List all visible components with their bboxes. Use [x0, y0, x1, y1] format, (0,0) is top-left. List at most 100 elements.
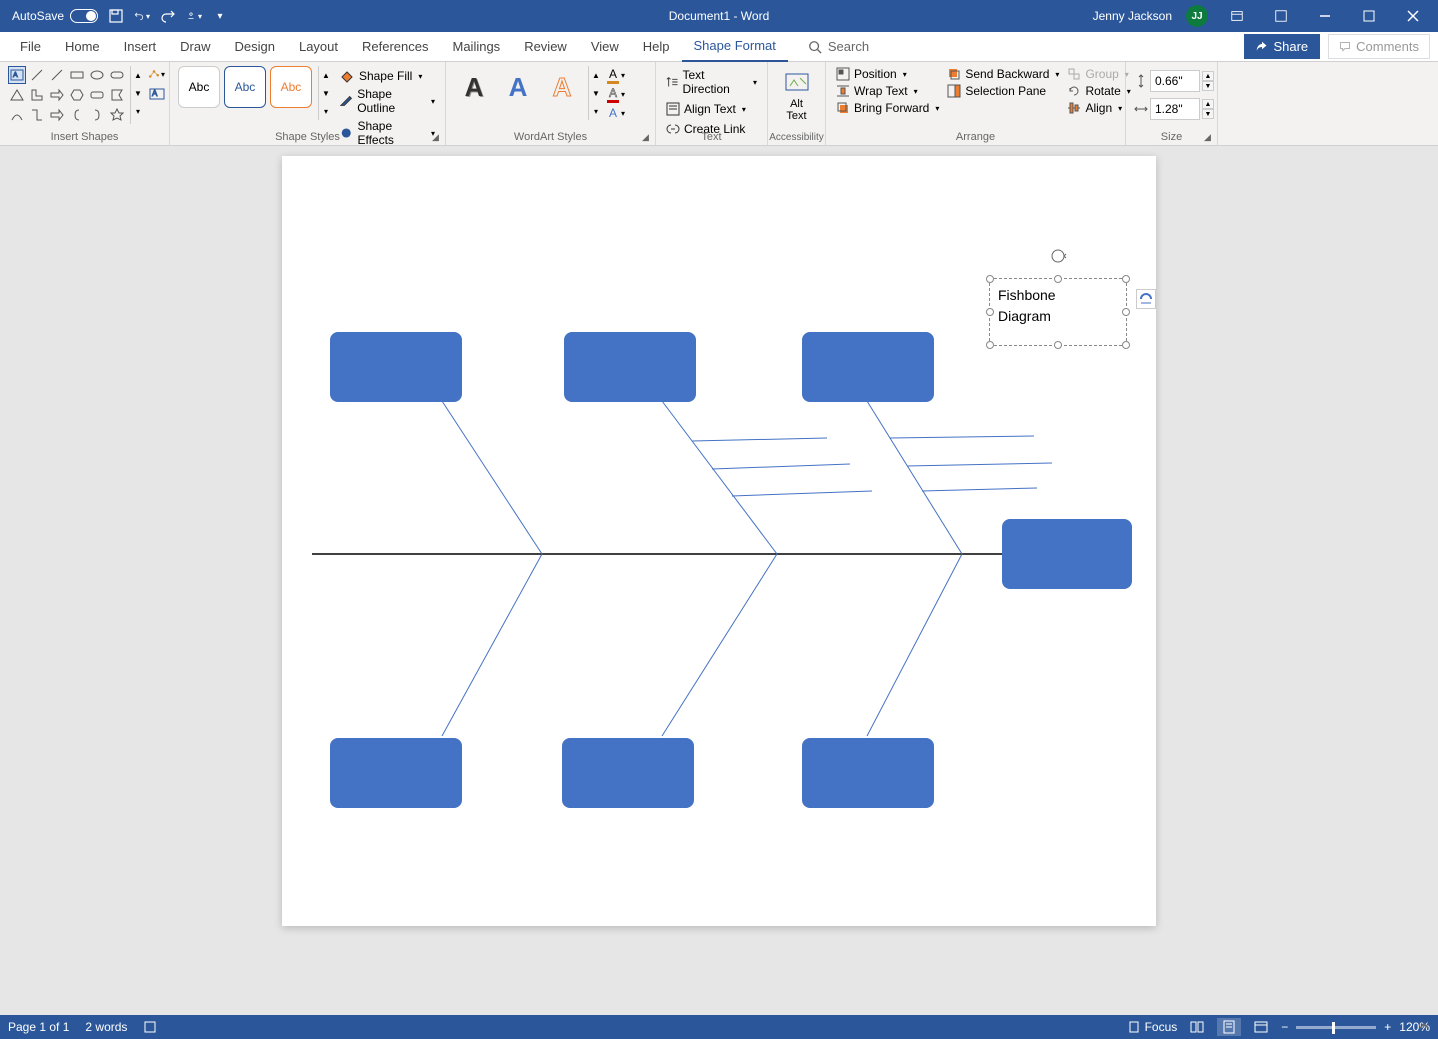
textbox-selected[interactable]: Fishbone Diagram: [989, 278, 1127, 346]
tab-draw[interactable]: Draw: [168, 32, 222, 62]
proofing-icon[interactable]: [143, 1020, 157, 1034]
shape-style-preset-2[interactable]: Abc: [224, 66, 266, 108]
wordart-styles-launcher[interactable]: ◢: [642, 132, 652, 142]
close-button[interactable]: [1398, 6, 1428, 26]
style-gallery-more[interactable]: ▾: [319, 102, 333, 120]
rotate-handle[interactable]: [1049, 247, 1067, 265]
align-button[interactable]: Align▾: [1065, 100, 1132, 116]
zoom-slider[interactable]: [1296, 1026, 1376, 1029]
read-mode-button[interactable]: [1185, 1018, 1209, 1036]
selection-handle-w[interactable]: [986, 308, 994, 316]
gallery-up-button[interactable]: ▲: [131, 66, 145, 84]
autosave-toggle[interactable]: AutoSave: [12, 9, 98, 23]
document-area[interactable]: Fishbone Diagram: [0, 146, 1438, 1015]
wordart-preset-3[interactable]: A: [542, 66, 582, 108]
layout-options-button[interactable]: [1136, 289, 1156, 309]
tab-help[interactable]: Help: [631, 32, 682, 62]
shape-l-icon[interactable]: [28, 86, 46, 104]
selection-handle-e[interactable]: [1122, 308, 1130, 316]
customize-qat-button[interactable]: ▾: [186, 8, 202, 24]
selection-handle-n[interactable]: [1054, 275, 1062, 283]
selection-handle-s[interactable]: [1054, 341, 1062, 349]
zoom-slider-thumb[interactable]: [1332, 1022, 1335, 1034]
edit-shape-button[interactable]: ▾: [149, 66, 165, 82]
zoom-in-button[interactable]: +: [1384, 1020, 1391, 1034]
gallery-more-button[interactable]: ▾: [131, 102, 145, 120]
minimize-button[interactable]: [1310, 6, 1340, 26]
width-up-button[interactable]: ▲: [1202, 99, 1214, 109]
cause-box-bottom-3[interactable]: [802, 738, 934, 808]
shape-rounded-rect-icon[interactable]: [88, 86, 106, 104]
shape-rounded-rect2-icon[interactable]: [108, 66, 126, 84]
text-fill-button[interactable]: A▾: [607, 66, 625, 84]
user-avatar[interactable]: JJ: [1186, 5, 1208, 27]
focus-mode-button[interactable]: Focus: [1127, 1020, 1178, 1034]
print-layout-button[interactable]: [1217, 1018, 1241, 1036]
wordart-gallery-down[interactable]: ▼: [589, 84, 603, 102]
height-down-button[interactable]: ▼: [1202, 81, 1214, 91]
shape-style-preset-1[interactable]: Abc: [178, 66, 220, 108]
tab-home[interactable]: Home: [53, 32, 112, 62]
wordart-gallery-up[interactable]: ▲: [589, 66, 603, 84]
qat-more-button[interactable]: ▾: [212, 8, 228, 24]
shape-outline-button[interactable]: Shape Outline ▾: [337, 86, 437, 116]
word-count[interactable]: 2 words: [85, 1020, 127, 1034]
selection-handle-ne[interactable]: [1122, 275, 1130, 283]
shape-textbox-icon[interactable]: A: [8, 66, 26, 84]
selection-handle-nw[interactable]: [986, 275, 994, 283]
tab-design[interactable]: Design: [223, 32, 287, 62]
wrap-text-button[interactable]: Wrap Text▾: [834, 83, 941, 99]
send-backward-button[interactable]: Send Backward▾: [945, 66, 1061, 82]
tab-mailings[interactable]: Mailings: [441, 32, 513, 62]
draw-textbox-button[interactable]: A: [149, 86, 165, 102]
text-direction-button[interactable]: Text Direction ▾: [664, 66, 759, 98]
shape-triangle-icon[interactable]: [8, 86, 26, 104]
shape-rectangle-icon[interactable]: [68, 66, 86, 84]
shape-line2-icon[interactable]: [48, 66, 66, 84]
shape-oval-icon[interactable]: [88, 66, 106, 84]
gallery-down-button[interactable]: ▼: [131, 84, 145, 102]
collapse-ribbon-button[interactable]: [1418, 1020, 1430, 1035]
tab-view[interactable]: View: [579, 32, 631, 62]
effect-box[interactable]: [1002, 519, 1132, 589]
undo-button[interactable]: ▾: [134, 8, 150, 24]
wordart-preset-2[interactable]: A: [498, 66, 538, 108]
wordart-preset-1[interactable]: A: [454, 66, 494, 108]
alt-text-button[interactable]: Alt Text: [776, 66, 817, 126]
search-box[interactable]: Search: [808, 39, 869, 54]
text-outline-button[interactable]: A▾: [607, 85, 625, 103]
redo-button[interactable]: [160, 8, 176, 24]
text-effects-button[interactable]: A▾: [607, 104, 625, 122]
cause-box-top-1[interactable]: [330, 332, 462, 402]
shape-line-icon[interactable]: [28, 66, 46, 84]
cause-box-top-3[interactable]: [802, 332, 934, 402]
style-gallery-down[interactable]: ▼: [319, 84, 333, 102]
shape-line-arc-icon[interactable]: [8, 106, 26, 124]
rotate-button[interactable]: Rotate▾: [1065, 83, 1132, 99]
width-down-button[interactable]: ▼: [1202, 109, 1214, 119]
tab-review[interactable]: Review: [512, 32, 579, 62]
style-gallery-up[interactable]: ▲: [319, 66, 333, 84]
cause-box-bottom-1[interactable]: [330, 738, 462, 808]
ribbon-display-options-icon[interactable]: [1222, 6, 1252, 26]
bring-forward-button[interactable]: Bring Forward▾: [834, 100, 941, 116]
align-text-button[interactable]: Align Text ▾: [664, 100, 748, 118]
save-icon[interactable]: [108, 8, 124, 24]
page-indicator[interactable]: Page 1 of 1: [8, 1020, 69, 1034]
selection-handle-sw[interactable]: [986, 341, 994, 349]
shape-style-preset-3[interactable]: Abc: [270, 66, 312, 108]
tab-shape-format[interactable]: Shape Format: [682, 32, 788, 62]
shape-height-input[interactable]: [1150, 70, 1200, 92]
shape-arrow-icon[interactable]: [48, 106, 66, 124]
cause-box-bottom-2[interactable]: [562, 738, 694, 808]
position-button[interactable]: Position▾: [834, 66, 941, 82]
shape-brace-right-icon[interactable]: [88, 106, 106, 124]
shape-star-icon[interactable]: [108, 106, 126, 124]
shape-fill-button[interactable]: Shape Fill ▾: [337, 68, 437, 84]
tab-insert[interactable]: Insert: [112, 32, 169, 62]
shapes-gallery[interactable]: A: [8, 66, 145, 124]
comments-button[interactable]: Comments: [1328, 34, 1430, 59]
shape-brace-left-icon[interactable]: [68, 106, 86, 124]
size-launcher[interactable]: ◢: [1204, 132, 1214, 142]
shape-arrow-right-icon[interactable]: [48, 86, 66, 104]
